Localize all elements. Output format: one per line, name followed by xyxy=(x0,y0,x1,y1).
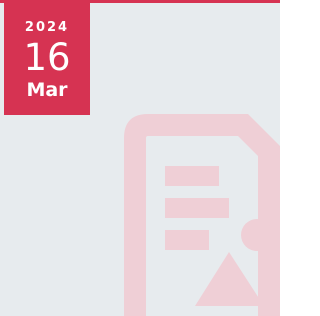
date-day: 16 xyxy=(23,36,71,79)
date-month: Mar xyxy=(26,79,68,101)
date-year: 2024 xyxy=(24,20,70,35)
date-badge: 2024 16 Mar xyxy=(4,3,90,115)
news-card-thumbnail[interactable]: 2024 16 Mar xyxy=(0,0,280,316)
